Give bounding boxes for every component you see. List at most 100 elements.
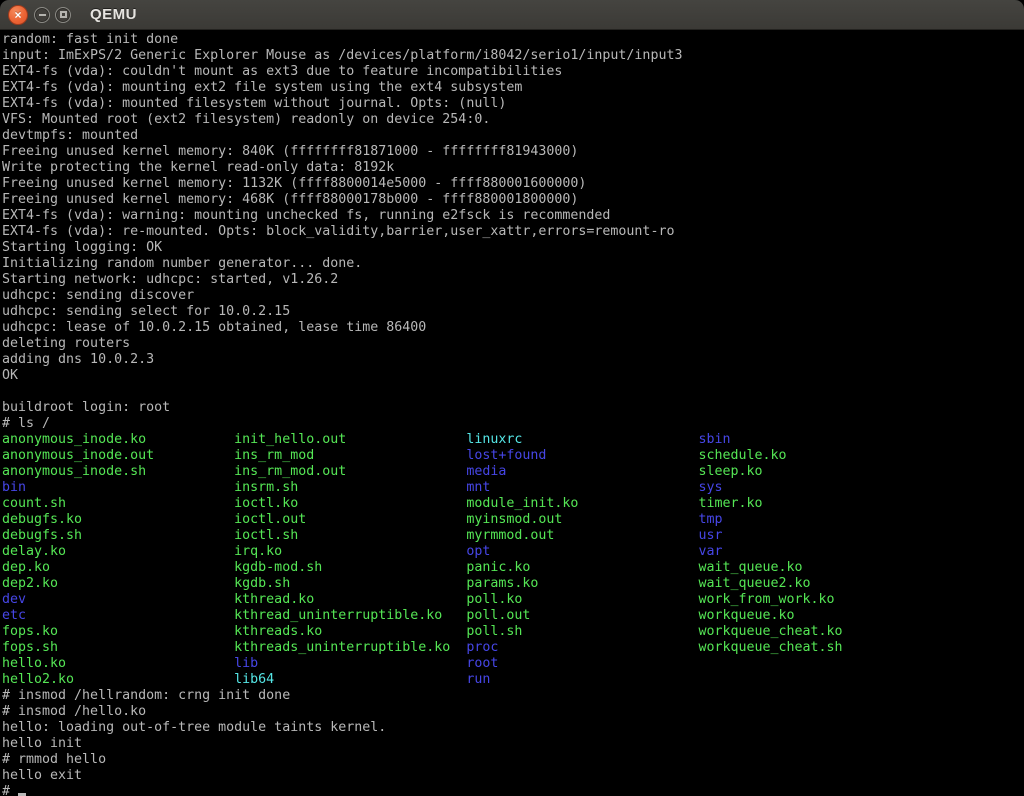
ls-entry: anonymous_inode.out — [2, 448, 234, 464]
terminal-line — [2, 384, 1024, 400]
terminal-line: # rmmod hello — [2, 752, 1024, 768]
maximize-icon — [60, 11, 67, 18]
ls-entry: lib64 — [234, 672, 466, 688]
ls-entry: myrmmod.out — [466, 528, 698, 544]
ls-entry: fops.sh — [2, 640, 234, 656]
terminal-line: fops.kokthreads.kopoll.shworkqueue_cheat… — [2, 624, 1024, 640]
terminal-line: count.shioctl.komodule_init.kotimer.ko — [2, 496, 1024, 512]
terminal-line: anonymous_inode.outins_rm_modlost+founds… — [2, 448, 1024, 464]
terminal-line: hello exit — [2, 768, 1024, 784]
terminal-line: anonymous_inode.koinit_hello.outlinuxrcs… — [2, 432, 1024, 448]
terminal-line: delay.koirq.kooptvar — [2, 544, 1024, 560]
ls-entry: kgdb.sh — [234, 576, 466, 592]
ls-entry: work_from_work.ko — [698, 592, 930, 608]
terminal-line: debugfs.shioctl.shmyrmmod.outusr — [2, 528, 1024, 544]
terminal-line: # insmod /hello.ko — [2, 704, 1024, 720]
ls-entry: fops.ko — [2, 624, 234, 640]
ls-entry: workqueue_cheat.sh — [698, 640, 930, 656]
ls-entry: anonymous_inode.sh — [2, 464, 234, 480]
ls-entry: poll.ko — [466, 592, 698, 608]
window-maximize-button[interactable] — [55, 7, 71, 23]
ls-entry: root — [466, 656, 698, 672]
terminal-line: # insmod /hellrandom: crng init done — [2, 688, 1024, 704]
terminal-line: Starting logging: OK — [2, 240, 1024, 256]
terminal-line: EXT4-fs (vda): mounting ext2 file system… — [2, 80, 1024, 96]
ls-entry: kthread.ko — [234, 592, 466, 608]
ls-entry: dep2.ko — [2, 576, 234, 592]
ls-entry: ins_rm_mod.out — [234, 464, 466, 480]
terminal-line: Freeing unused kernel memory: 468K (ffff… — [2, 192, 1024, 208]
terminal-line: EXT4-fs (vda): mounted filesystem withou… — [2, 96, 1024, 112]
ls-entry: myinsmod.out — [466, 512, 698, 528]
ls-entry: bin — [2, 480, 234, 496]
terminal-line: Freeing unused kernel memory: 840K (ffff… — [2, 144, 1024, 160]
ls-entry: tmp — [698, 512, 930, 528]
terminal-line: Initializing random number generator... … — [2, 256, 1024, 272]
ls-entry: debugfs.sh — [2, 528, 234, 544]
terminal-line: # ls / — [2, 416, 1024, 432]
ls-entry: workqueue_cheat.ko — [698, 624, 930, 640]
terminal-line: buildroot login: root — [2, 400, 1024, 416]
qemu-window: × QEMU random: fast init doneinput: ImEx… — [0, 0, 1024, 796]
window-close-button[interactable]: × — [8, 5, 28, 25]
close-icon: × — [14, 9, 21, 21]
ls-entry: opt — [466, 544, 698, 560]
terminal-line: udhcpc: sending select for 10.0.2.15 — [2, 304, 1024, 320]
ls-entry: etc — [2, 608, 234, 624]
ls-entry: kthreads.ko — [234, 624, 466, 640]
terminal-line: # — [2, 784, 1024, 796]
terminal-line: VFS: Mounted root (ext2 filesystem) read… — [2, 112, 1024, 128]
terminal-line: dep.kokgdb-mod.shpanic.kowait_queue.ko — [2, 560, 1024, 576]
ls-entry: module_init.ko — [466, 496, 698, 512]
ls-entry: ioctl.ko — [234, 496, 466, 512]
ls-entry: irq.ko — [234, 544, 466, 560]
terminal-line: etckthread_uninterruptible.kopoll.outwor… — [2, 608, 1024, 624]
ls-entry: ioctl.sh — [234, 528, 466, 544]
window-minimize-button[interactable] — [34, 7, 50, 23]
terminal-line: hello init — [2, 736, 1024, 752]
ls-entry: insrm.sh — [234, 480, 466, 496]
ls-entry: run — [466, 672, 698, 688]
terminal-line: deleting routers — [2, 336, 1024, 352]
ls-entry: hello2.ko — [2, 672, 234, 688]
terminal-line: EXT4-fs (vda): re-mounted. Opts: block_v… — [2, 224, 1024, 240]
ls-entry: lost+found — [466, 448, 698, 464]
terminal-line: Starting network: udhcpc: started, v1.26… — [2, 272, 1024, 288]
ls-entry: dev — [2, 592, 234, 608]
ls-entry: dep.ko — [2, 560, 234, 576]
ls-entry: anonymous_inode.ko — [2, 432, 234, 448]
terminal-line: anonymous_inode.shins_rm_mod.outmediasle… — [2, 464, 1024, 480]
ls-entry: ins_rm_mod — [234, 448, 466, 464]
terminal-line: EXT4-fs (vda): warning: mounting uncheck… — [2, 208, 1024, 224]
terminal-screen[interactable]: random: fast init doneinput: ImExPS/2 Ge… — [0, 30, 1024, 796]
ls-entry: debugfs.ko — [2, 512, 234, 528]
ls-entry: proc — [466, 640, 698, 656]
ls-entry: kgdb-mod.sh — [234, 560, 466, 576]
ls-entry: panic.ko — [466, 560, 698, 576]
ls-entry: wait_queue2.ko — [698, 576, 930, 592]
ls-entry: wait_queue.ko — [698, 560, 930, 576]
ls-entry: var — [698, 544, 930, 560]
ls-entry: params.ko — [466, 576, 698, 592]
terminal-line: OK — [2, 368, 1024, 384]
ls-entry: sys — [698, 480, 930, 496]
window-titlebar[interactable]: × QEMU — [0, 0, 1024, 30]
ls-entry: ioctl.out — [234, 512, 466, 528]
ls-entry: poll.out — [466, 608, 698, 624]
ls-entry: timer.ko — [698, 496, 930, 512]
terminal-line: udhcpc: lease of 10.0.2.15 obtained, lea… — [2, 320, 1024, 336]
terminal-line: hello: loading out-of-tree module taints… — [2, 720, 1024, 736]
ls-entry: sbin — [698, 432, 930, 448]
terminal-line: udhcpc: sending discover — [2, 288, 1024, 304]
terminal-line: hello.kolibroot — [2, 656, 1024, 672]
ls-entry: count.sh — [2, 496, 234, 512]
ls-entry: workqueue.ko — [698, 608, 930, 624]
ls-entry: usr — [698, 528, 930, 544]
terminal-line: dep2.kokgdb.shparams.kowait_queue2.ko — [2, 576, 1024, 592]
terminal-line: bininsrm.shmntsys — [2, 480, 1024, 496]
ls-entry: lib — [234, 656, 466, 672]
ls-entry: hello.ko — [2, 656, 234, 672]
ls-entry: media — [466, 464, 698, 480]
ls-entry: schedule.ko — [698, 448, 930, 464]
terminal-line: devtmpfs: mounted — [2, 128, 1024, 144]
